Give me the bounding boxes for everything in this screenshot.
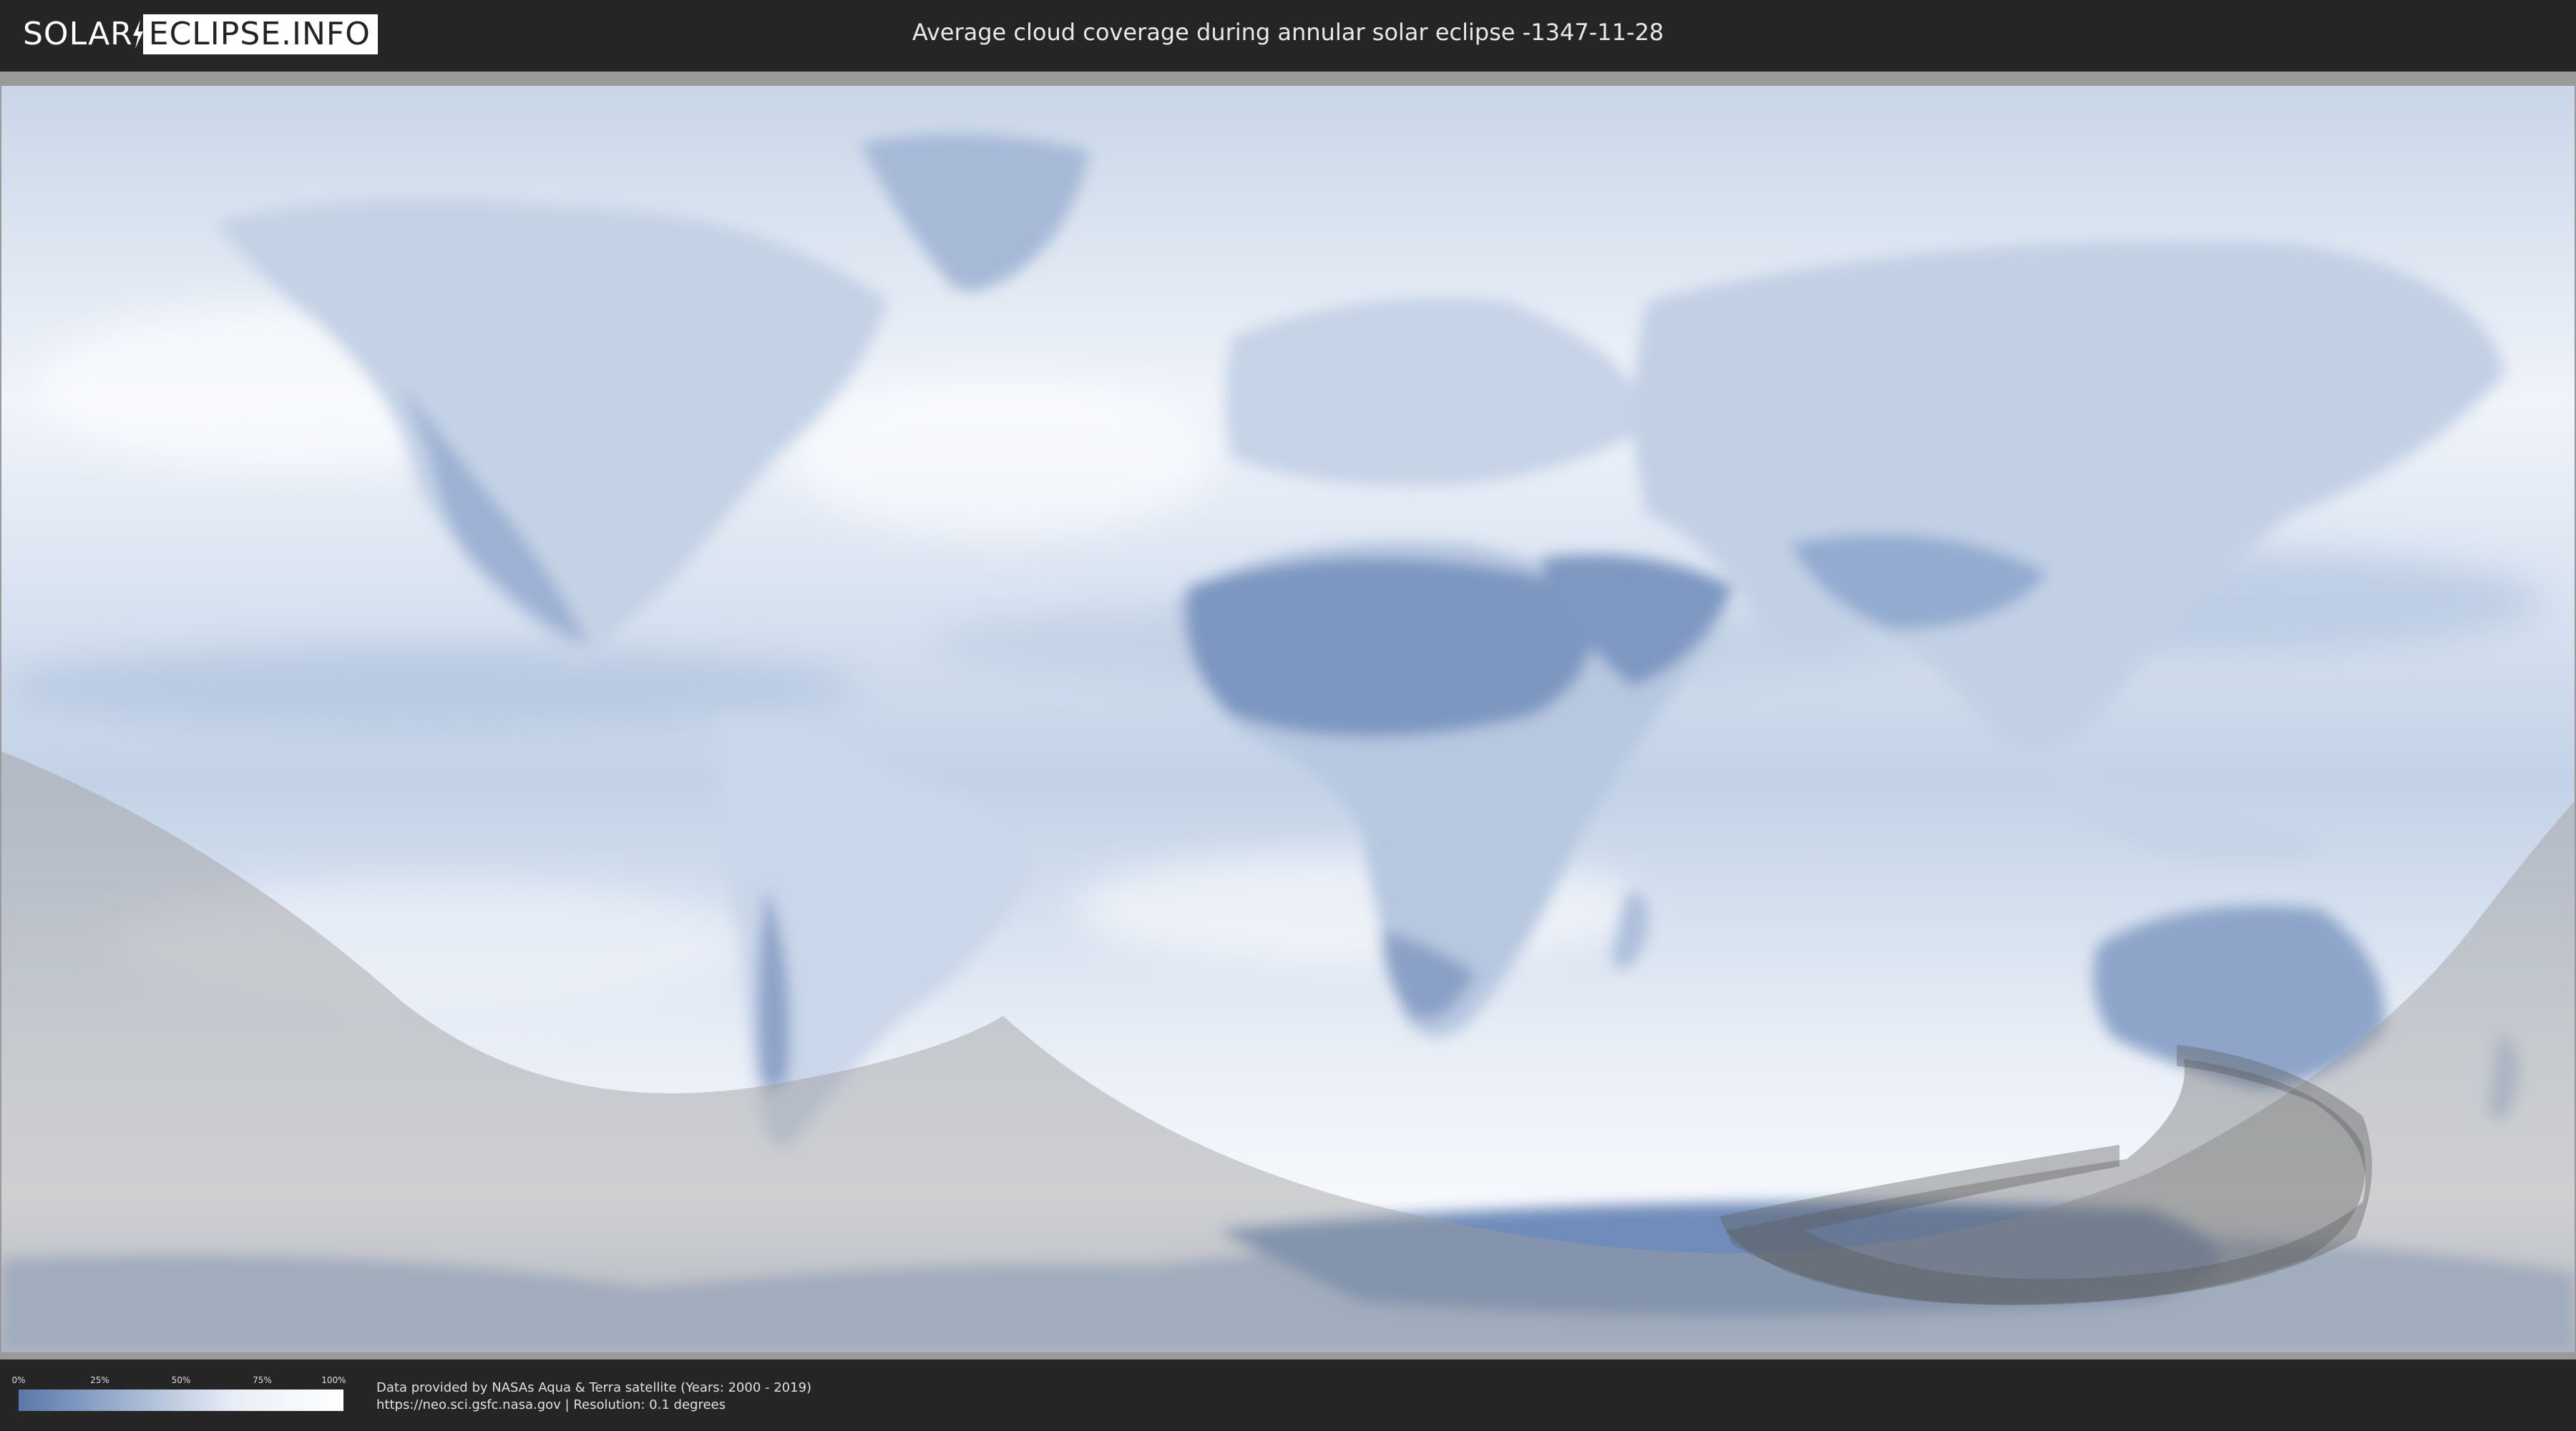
credits-line-url[interactable]: https://neo.sci.gsfc.nasa.gov | Resoluti… (376, 1397, 811, 1414)
legend-ticks: 0% 25% 50% 75% 100% (11, 1375, 346, 1390)
legend-tick: 0% (11, 1375, 26, 1385)
cloud-coverage-legend: 0% 25% 50% 75% 100% (11, 1375, 346, 1411)
header-bar: SOLAR ECLIPSE.INFO Average cloud coverag… (0, 0, 2576, 72)
legend-tick: 75% (253, 1375, 272, 1385)
legend-tick: 50% (171, 1375, 191, 1385)
page-title: Average cloud coverage during annular so… (912, 19, 1664, 46)
map-panel (0, 72, 2576, 1359)
data-credits: Data provided by NASAs Aqua & Terra sate… (376, 1379, 811, 1414)
legend-tick: 25% (90, 1375, 109, 1385)
footer-bar: 0% 25% 50% 75% 100% Data provided by NAS… (0, 1359, 2576, 1431)
credits-line-source: Data provided by NASAs Aqua & Terra sate… (376, 1380, 812, 1395)
world-cloud-map[interactable] (1, 86, 2575, 1352)
legend-color-bar (19, 1390, 343, 1411)
legend-tick: 100% (321, 1375, 346, 1385)
